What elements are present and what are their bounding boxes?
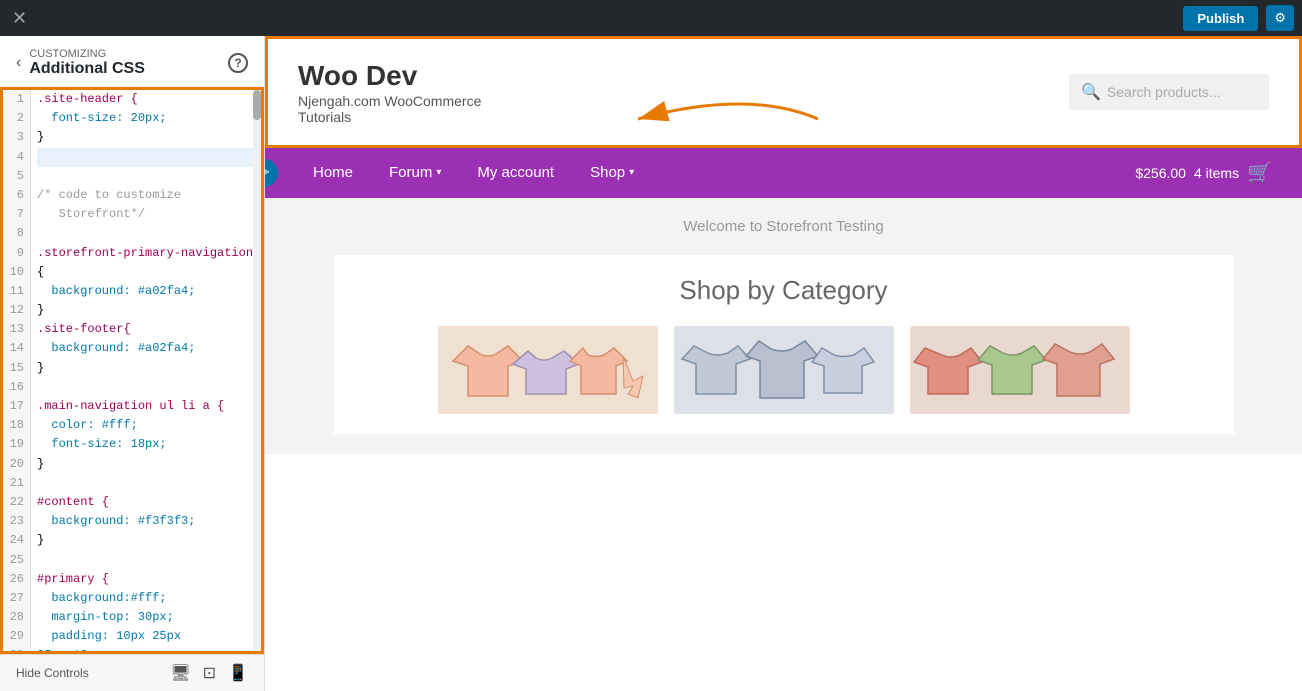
customizer-label: Customizing xyxy=(29,48,228,60)
site-header: Woo Dev Njengah.com WooCommerce Tutorial… xyxy=(265,36,1302,148)
site-nav: ✏ Home Forum ▾ My account Shop ▾ $256.00… xyxy=(265,148,1302,198)
cart-icon: 🛒 xyxy=(1247,160,1272,185)
site-tagline-1: Njengah.com WooCommerce xyxy=(298,93,481,109)
help-icon[interactable]: ? xyxy=(228,53,248,73)
search-icon: 🔍 xyxy=(1081,82,1101,102)
content-box: Shop by Category xyxy=(334,255,1234,434)
customizer-header: ‹ Customizing Additional CSS ? xyxy=(0,36,264,87)
line-numbers: 1234567891011121314151617181920212223242… xyxy=(3,90,31,651)
product-grid xyxy=(354,326,1214,414)
nav-home[interactable]: Home xyxy=(295,148,371,198)
desktop-icon[interactable]: 🖥 xyxy=(170,663,190,683)
close-icon[interactable]: ✕ xyxy=(8,4,31,33)
publish-button[interactable]: Publish xyxy=(1183,6,1258,31)
shop-heading: Shop by Category xyxy=(354,275,1214,306)
product-image-2 xyxy=(674,326,894,414)
nav-forum[interactable]: Forum ▾ xyxy=(371,148,459,198)
site-content: Welcome to Storefront Testing Shop by Ca… xyxy=(265,198,1302,454)
customizer-subtitle: Additional CSS xyxy=(29,60,228,78)
edit-pen-icon[interactable]: ✏ xyxy=(265,159,278,187)
customizer-footer: Hide Controls 🖥 ⊡ 📱 xyxy=(0,654,264,691)
cart-amount: $256.00 xyxy=(1135,165,1186,181)
welcome-text: Welcome to Storefront Testing xyxy=(295,218,1272,235)
gear-button[interactable]: ⚙ xyxy=(1266,5,1294,31)
product-card-1[interactable] xyxy=(438,326,658,414)
product-image-3 xyxy=(910,326,1130,414)
nav-shop[interactable]: Shop ▾ xyxy=(572,148,652,198)
site-title: Woo Dev xyxy=(298,59,481,93)
scrollbar-thumb[interactable] xyxy=(253,90,261,120)
nav-myaccount[interactable]: My account xyxy=(459,148,572,198)
cart-items: 4 items xyxy=(1194,165,1239,181)
nav-cart[interactable]: $256.00 4 items 🛒 xyxy=(1135,160,1272,185)
customizer-title-group: Customizing Additional CSS xyxy=(29,48,228,78)
shop-chevron: ▾ xyxy=(629,167,634,178)
preview-frame: Woo Dev Njengah.com WooCommerce Tutorial… xyxy=(265,36,1302,691)
hide-controls-button[interactable]: Hide Controls xyxy=(16,666,89,680)
top-bar: ✕ Publish ⚙ xyxy=(0,0,1302,36)
code-content[interactable]: .site-header { font-size: 20px;}/* code … xyxy=(31,90,261,651)
search-placeholder: Search products... xyxy=(1107,84,1221,100)
site-search[interactable]: 🔍 Search products... xyxy=(1069,74,1269,110)
code-editor[interactable]: 1234567891011121314151617181920212223242… xyxy=(0,87,264,654)
product-card-2[interactable] xyxy=(674,326,894,414)
nav-items: Home Forum ▾ My account Shop ▾ xyxy=(295,148,652,198)
main-layout: ‹ Customizing Additional CSS ? 123456789… xyxy=(0,36,1302,691)
customizer-panel: ‹ Customizing Additional CSS ? 123456789… xyxy=(0,36,265,691)
site-tagline-2: Tutorials xyxy=(298,109,481,125)
mobile-icon[interactable]: 📱 xyxy=(228,663,248,683)
back-button[interactable]: ‹ xyxy=(16,54,21,72)
product-image-1 xyxy=(438,326,658,414)
site-brand: Woo Dev Njengah.com WooCommerce Tutorial… xyxy=(298,59,481,125)
preview-area: Woo Dev Njengah.com WooCommerce Tutorial… xyxy=(265,36,1302,691)
tablet-icon[interactable]: ⊡ xyxy=(203,663,216,683)
product-card-3[interactable] xyxy=(910,326,1130,414)
scrollbar[interactable] xyxy=(253,90,261,651)
forum-chevron: ▾ xyxy=(436,167,441,178)
footer-icons: 🖥 ⊡ 📱 xyxy=(170,663,248,683)
